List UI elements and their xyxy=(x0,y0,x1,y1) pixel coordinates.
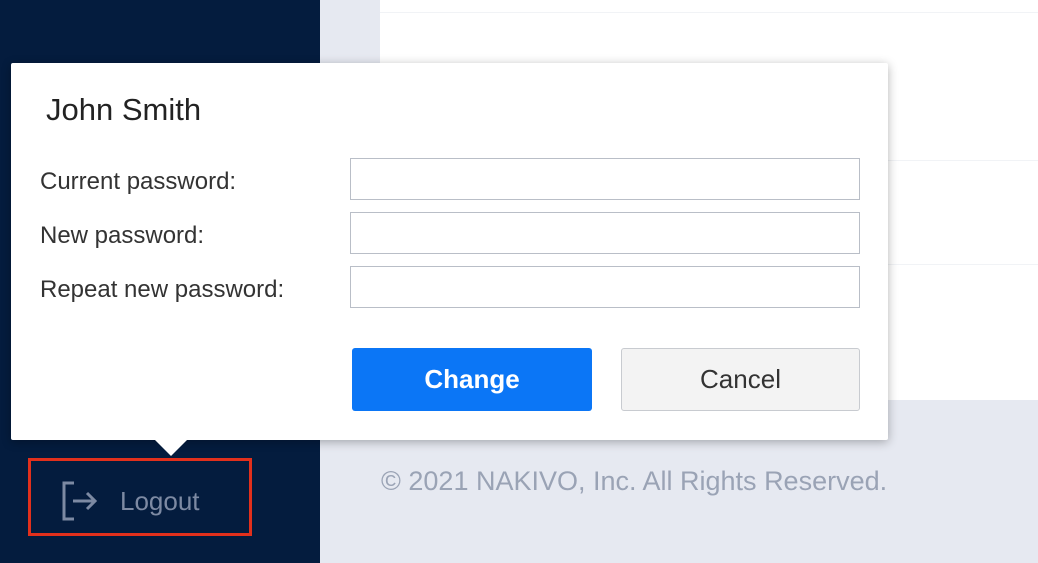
logout-label: Logout xyxy=(120,485,200,516)
logout-icon xyxy=(62,481,98,521)
current-password-input[interactable] xyxy=(350,158,860,200)
repeat-password-label: Repeat new password: xyxy=(40,276,285,303)
logout-button[interactable]: Logout xyxy=(60,479,200,523)
current-password-label: Current password: xyxy=(40,168,237,195)
change-password-popover: John Smith Current password: New passwor… xyxy=(11,63,888,456)
new-password-input[interactable] xyxy=(350,212,860,254)
copyright-text: © 2021 NAKIVO, Inc. All Rights Reserved. xyxy=(381,466,888,496)
content-divider xyxy=(380,12,1038,13)
repeat-password-input[interactable] xyxy=(350,266,860,308)
change-button[interactable]: Change xyxy=(352,348,592,411)
popover-title: John Smith xyxy=(46,92,202,127)
popover-arrow xyxy=(154,439,188,456)
cancel-button[interactable]: Cancel xyxy=(621,348,860,411)
new-password-label: New password: xyxy=(40,222,205,249)
